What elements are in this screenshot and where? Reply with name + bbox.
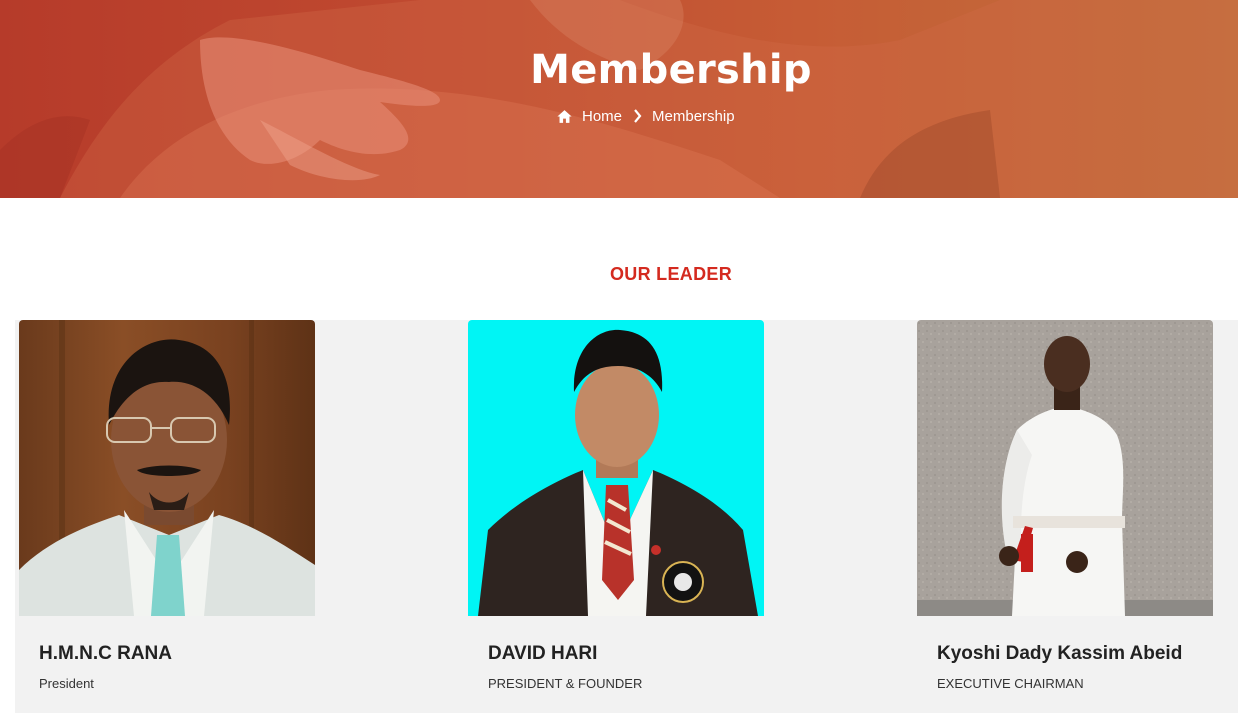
leader-card[interactable]: Kyoshi Dady Kassim Abeid EXECUTIVE CHAIR… (917, 320, 1213, 691)
leader-role: PRESIDENT & FOUNDER (488, 676, 643, 691)
leader-card[interactable]: DAVID HARI PRESIDENT & FOUNDER (468, 320, 764, 691)
leader-name: Kyoshi Dady Kassim Abeid (937, 643, 1183, 664)
breadcrumb: Home Membership (556, 105, 735, 127)
leader-photo (19, 320, 315, 616)
leader-name: H.M.N.C RANA (39, 643, 172, 664)
leader-card[interactable]: H.M.N.C RANA President (19, 320, 315, 691)
breadcrumb-current: Membership (652, 107, 735, 125)
leader-role: EXECUTIVE CHAIRMAN (937, 676, 1084, 691)
section-title: OUR LEADER (609, 264, 732, 284)
page-title: Membership (530, 47, 812, 93)
home-icon[interactable] (556, 108, 573, 125)
leader-role: President (39, 676, 94, 691)
leader-name: DAVID HARI (488, 643, 598, 664)
hero-background-image (0, 0, 1238, 198)
leader-photo (468, 320, 764, 616)
chevron-right-icon (634, 109, 642, 123)
breadcrumb-home-link[interactable]: Home (582, 108, 622, 125)
leader-photo (917, 320, 1213, 616)
page-hero-banner: Membership Home Membership (0, 0, 1238, 198)
